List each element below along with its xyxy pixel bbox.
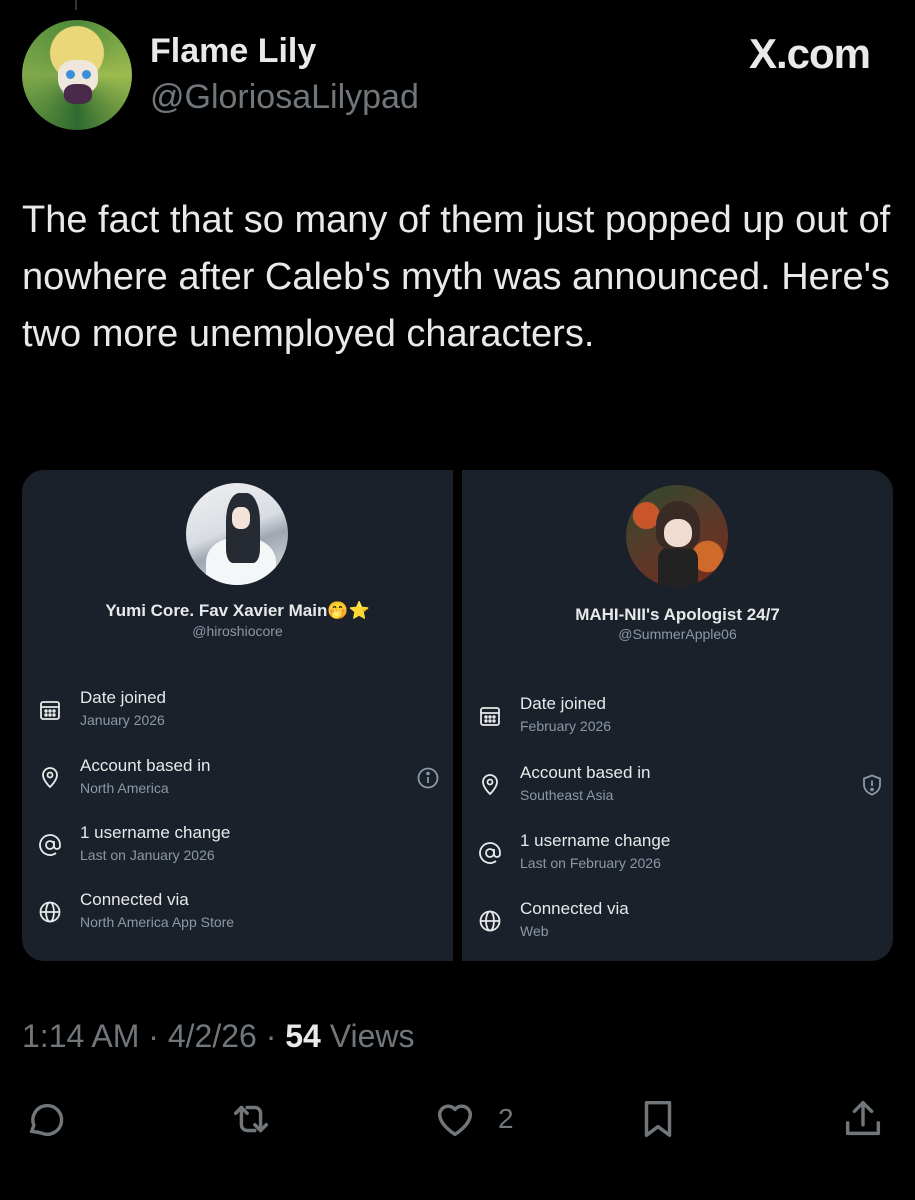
views-count: 54 <box>285 1018 321 1054</box>
row-value: Last on February 2026 <box>520 855 661 871</box>
action-bar: 2 <box>0 1096 915 1144</box>
row-label: Date joined <box>80 688 167 707</box>
card-avatar <box>626 485 728 587</box>
bookmark-icon <box>644 1100 672 1138</box>
location-pin-icon <box>42 767 58 789</box>
row-value: January 2026 <box>80 712 165 728</box>
avatar-eye <box>82 70 91 79</box>
thread-connector-line <box>75 0 77 10</box>
shield-alert-icon[interactable] <box>860 773 884 797</box>
like-button[interactable] <box>432 1096 478 1147</box>
share-button[interactable] <box>840 1096 886 1147</box>
separator-dot: · <box>265 1018 277 1054</box>
x-brand-logo: X.com <box>748 30 871 77</box>
row-value: Web <box>520 923 549 939</box>
at-sign-icon <box>479 842 501 864</box>
reply-icon <box>29 1103 64 1137</box>
heart-icon <box>437 1104 473 1137</box>
row-label: 1 username change <box>520 831 671 850</box>
row-label: Account based in <box>80 756 211 775</box>
row-value: February 2026 <box>520 718 612 734</box>
tweet-metadata: 1:14 AM · 4/2/26 · 54 Views <box>22 1018 415 1055</box>
card-display-name: MAHI-NII's Apologist 24/7 <box>575 605 780 624</box>
globe-icon <box>479 910 501 932</box>
row-label: Date joined <box>520 694 607 713</box>
globe-icon <box>39 901 61 923</box>
tweet-text: The fact that so many of them just poppe… <box>22 199 891 355</box>
tweet-time[interactable]: 1:14 AM <box>22 1018 139 1054</box>
card-handle: @SummerApple06 <box>618 626 737 642</box>
row-label: Connected via <box>80 890 189 909</box>
account-info-card: MAHI-NII's Apologist 24/7 @SummerApple06… <box>462 470 893 961</box>
reply-button[interactable] <box>22 1096 68 1147</box>
card-avatar <box>186 483 288 585</box>
at-sign-icon <box>39 834 61 856</box>
row-label: 1 username change <box>80 823 231 842</box>
avatar-mouth <box>64 84 92 104</box>
bookmark-button[interactable] <box>635 1096 681 1147</box>
tweet-date[interactable]: 4/2/26 <box>168 1018 257 1054</box>
row-value: Southeast Asia <box>520 787 614 803</box>
calendar-icon <box>40 701 60 720</box>
like-count: 2 <box>498 1103 514 1134</box>
row-label: Account based in <box>520 763 651 782</box>
share-icon <box>845 1100 881 1136</box>
repost-button[interactable] <box>228 1096 274 1147</box>
author-avatar[interactable] <box>22 20 132 130</box>
row-value: North America App Store <box>80 914 235 930</box>
author-display-name[interactable]: Flame Lily <box>150 32 316 71</box>
account-info-card: Yumi Core. Fav Xavier Main🤭⭐ @hiroshioco… <box>22 470 453 961</box>
row-value: Last on January 2026 <box>80 847 215 863</box>
author-handle[interactable]: @GloriosaLilypad <box>150 78 419 117</box>
views-label: Views <box>329 1018 415 1054</box>
card-display-name: Yumi Core. Fav Xavier Main🤭⭐ <box>105 601 370 620</box>
row-label: Connected via <box>520 899 629 918</box>
attached-image[interactable]: Yumi Core. Fav Xavier Main🤭⭐ @hiroshioco… <box>22 470 893 961</box>
info-circle-icon[interactable] <box>416 766 440 790</box>
card-handle: @hiroshiocore <box>192 623 283 639</box>
location-pin-icon <box>482 774 498 796</box>
calendar-icon <box>480 707 500 726</box>
row-value: North America <box>80 780 169 796</box>
avatar-eye <box>66 70 75 79</box>
separator-dot: · <box>148 1018 159 1054</box>
repost-icon <box>233 1105 269 1133</box>
